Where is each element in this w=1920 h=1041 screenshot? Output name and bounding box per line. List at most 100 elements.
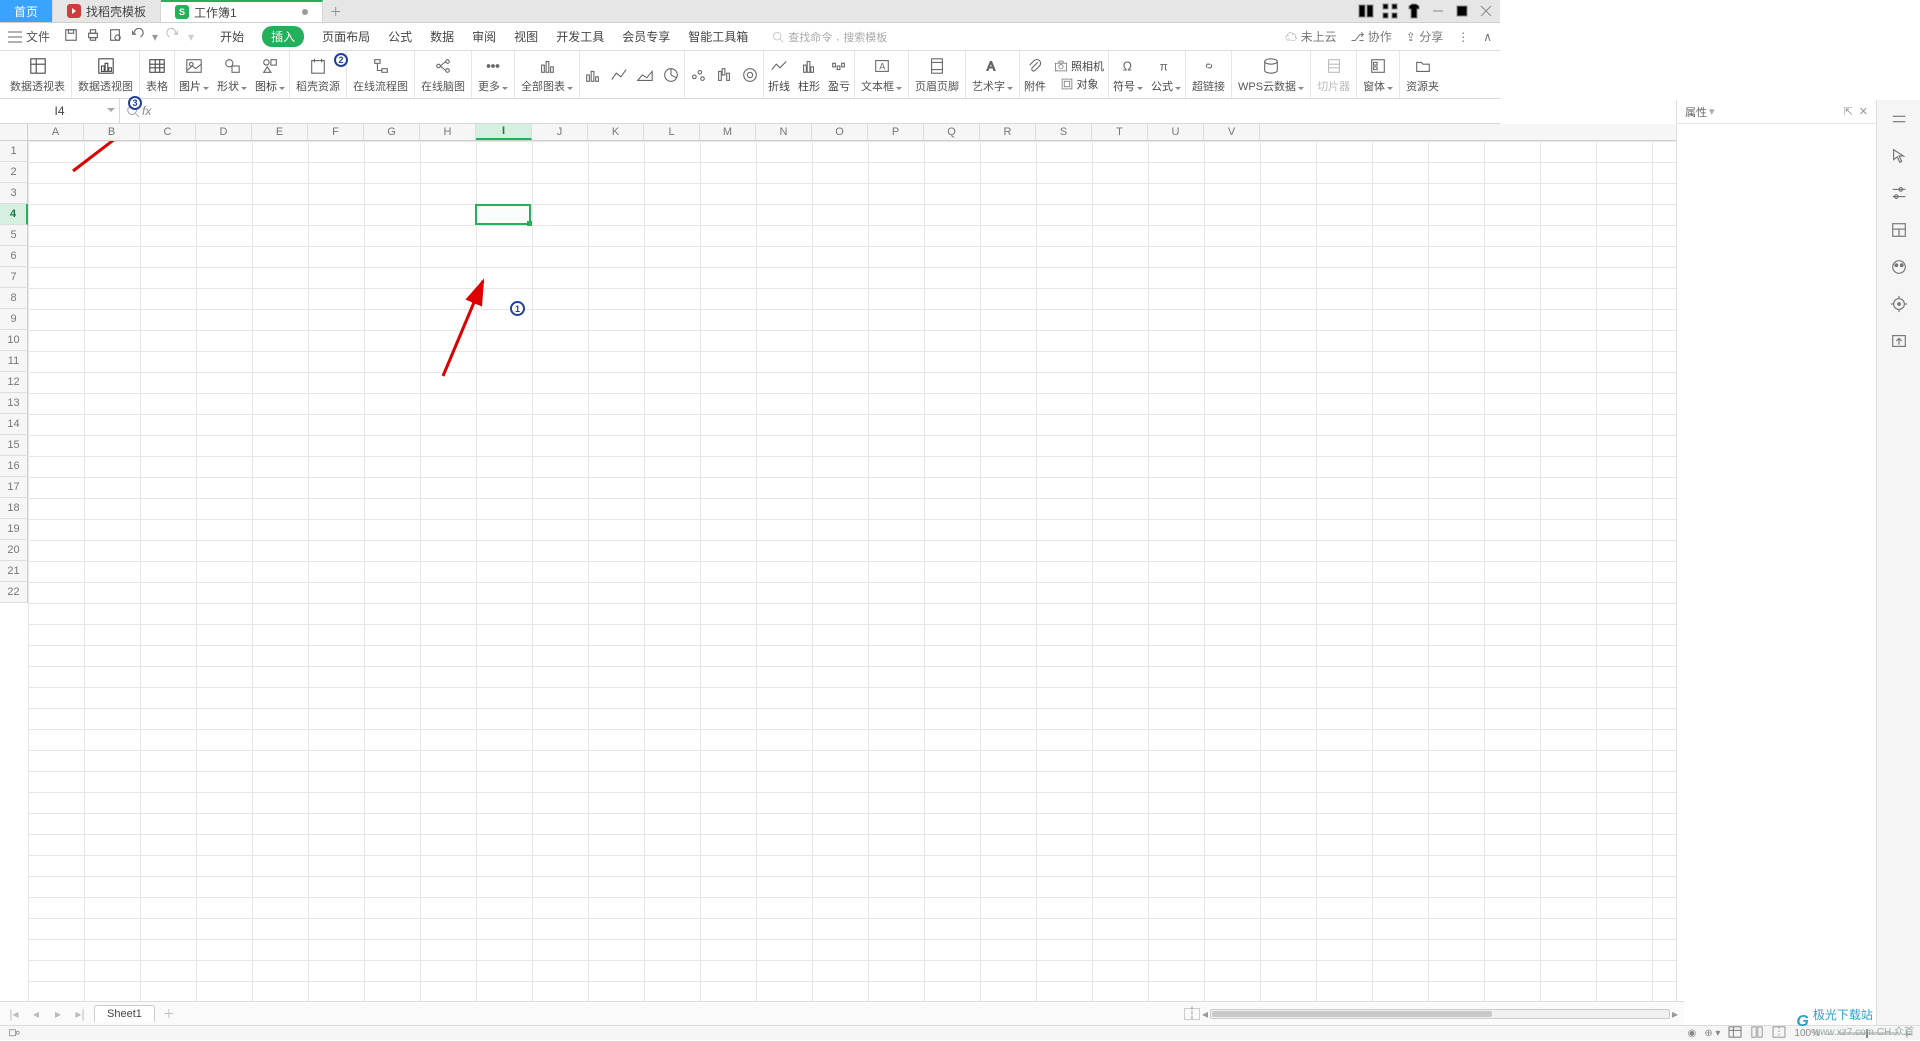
row-header-21[interactable]: 21 [0, 561, 28, 582]
attachment-button[interactable]: 附件 [1020, 51, 1050, 98]
menu-smarttools[interactable]: 智能工具箱 [688, 28, 748, 45]
sheet-nav-prev[interactable]: ◂ [28, 1007, 44, 1021]
rail-location-icon[interactable] [1890, 295, 1908, 316]
col-header-O[interactable]: O [812, 124, 868, 140]
chart-type-3[interactable] [632, 51, 658, 98]
cell-grid[interactable] [28, 141, 1876, 1001]
online-mindmap-button[interactable]: 在线脑图 [415, 51, 472, 98]
row-header-20[interactable]: 20 [0, 540, 28, 561]
sheet-nav-next[interactable]: ▸ [50, 1007, 66, 1021]
share-button[interactable]: ⇪ 分享 [1406, 28, 1443, 45]
camera-button[interactable]: 照相机 [1054, 58, 1104, 74]
chevron-down-icon[interactable] [107, 108, 115, 112]
col-header-N[interactable]: N [756, 124, 812, 140]
more-button[interactable]: 更多 [472, 51, 515, 98]
sheet-nav-first[interactable]: |◂ [6, 1007, 22, 1021]
symbol-button[interactable]: Ω符号 [1109, 51, 1147, 98]
icons-button[interactable]: 图标 [251, 51, 289, 98]
wordart-button[interactable]: A艺术字 [966, 51, 1020, 98]
col-header-J[interactable]: J [532, 124, 588, 140]
sparkline-col-button[interactable]: 柱形 [794, 51, 824, 98]
col-header-C[interactable]: C [140, 124, 196, 140]
hsplit-handle[interactable]: ┆ [1184, 1008, 1200, 1020]
file-menu[interactable]: 文件 [8, 28, 50, 45]
sheet-tab-1[interactable]: Sheet1 [94, 1005, 155, 1022]
row-header-19[interactable]: 19 [0, 519, 28, 540]
col-header-I[interactable]: I [476, 124, 532, 140]
name-box[interactable]: I4 [0, 99, 120, 123]
col-header-E[interactable]: E [252, 124, 308, 140]
ribbon-collapse-icon[interactable]: ∧ [1483, 30, 1492, 44]
online-flow-button[interactable]: 在线流程图 [347, 51, 415, 98]
header-footer-button[interactable]: 页眉页脚 [909, 51, 966, 98]
col-header-K[interactable]: K [588, 124, 644, 140]
row-header-15[interactable]: 15 [0, 435, 28, 456]
shapes-button[interactable]: 形状 [213, 51, 251, 98]
col-header-R[interactable]: R [980, 124, 1036, 140]
hscroll-left[interactable]: ◂ [1202, 1007, 1208, 1021]
table-button[interactable]: 表格 [140, 51, 175, 98]
menu-view[interactable]: 视图 [514, 28, 538, 45]
all-charts-button[interactable]: 全部图表 [515, 51, 580, 98]
row-header-14[interactable]: 14 [0, 414, 28, 435]
col-header-L[interactable]: L [644, 124, 700, 140]
menu-formula[interactable]: 公式 [388, 28, 412, 45]
rail-style-icon[interactable] [1890, 258, 1908, 279]
row-header-16[interactable]: 16 [0, 456, 28, 477]
pivot-table-button[interactable]: 数据透视表 [4, 51, 72, 98]
forms-button[interactable]: 窗体 [1357, 51, 1400, 98]
rail-select-icon[interactable] [1890, 147, 1908, 168]
col-header-Q[interactable]: Q [924, 124, 980, 140]
view-page-icon[interactable] [1750, 1026, 1764, 1041]
sheet-nav-last[interactable]: ▸| [72, 1007, 88, 1021]
tab-home[interactable]: 首页 [0, 0, 53, 22]
add-sheet-button[interactable]: ＋ [161, 1005, 177, 1022]
row-header-22[interactable]: 22 [0, 582, 28, 603]
pivot-chart-button[interactable]: 数据透视图 [72, 51, 140, 98]
wps-cloud-data-button[interactable]: WPS云数据 [1232, 51, 1311, 98]
panel-pin-icon[interactable]: ⇱ [1844, 105, 1853, 118]
formula-input[interactable] [157, 99, 1500, 123]
tab-templates[interactable]: 找稻壳模板 [53, 0, 161, 22]
col-header-S[interactable]: S [1036, 124, 1092, 140]
print-icon[interactable] [86, 28, 100, 45]
row-header-3[interactable]: 3 [0, 183, 28, 204]
docer-resources-button[interactable]: 2 稻壳资源 [290, 51, 347, 98]
sparkline-line-button[interactable]: 折线 [764, 51, 794, 98]
col-header-T[interactable]: T [1092, 124, 1148, 140]
row-header-1[interactable]: 1 [0, 141, 28, 162]
select-all-corner[interactable] [0, 124, 28, 140]
row-header-7[interactable]: 7 [0, 267, 28, 288]
chart-type-4[interactable] [658, 51, 684, 98]
row-header-13[interactable]: 13 [0, 393, 28, 414]
command-search[interactable]: 查找命令, 搜索模板 [772, 29, 887, 45]
chart-type-2[interactable] [606, 51, 632, 98]
rail-layout-icon[interactable] [1890, 221, 1908, 242]
col-header-A[interactable]: A [28, 124, 84, 140]
save-icon[interactable] [64, 28, 78, 45]
hyperlink-button[interactable]: 超链接 [1186, 51, 1232, 98]
close-icon[interactable] [1478, 3, 1494, 19]
row-header-4[interactable]: 4 [0, 204, 28, 225]
fx-label[interactable]: 3 fx [120, 104, 157, 118]
tab-workbook[interactable]: S 工作簿1 [161, 0, 323, 22]
col-header-F[interactable]: F [308, 124, 364, 140]
minimize-icon[interactable] [1430, 3, 1446, 19]
col-header-D[interactable]: D [196, 124, 252, 140]
object-button[interactable]: 对象 [1060, 76, 1099, 92]
rail-settings-icon[interactable] [1890, 184, 1908, 205]
row-header-17[interactable]: 17 [0, 477, 28, 498]
view-break-icon[interactable] [1772, 1026, 1786, 1041]
panel-close-icon[interactable]: ✕ [1859, 105, 1868, 118]
layout-icon[interactable] [1358, 3, 1374, 19]
resource-folder-button[interactable]: 资源夹 [1400, 51, 1445, 98]
equation-button[interactable]: π公式 [1147, 51, 1185, 98]
coop-button[interactable]: ⎇ 协作 [1351, 28, 1392, 45]
menu-pagelayout[interactable]: 页面布局 [322, 28, 370, 45]
textbox-button[interactable]: A文本框 [855, 51, 909, 98]
row-header-10[interactable]: 10 [0, 330, 28, 351]
maximize-icon[interactable] [1454, 3, 1470, 19]
eye-icon[interactable]: ◉ [1688, 1028, 1697, 1039]
menu-vip[interactable]: 会员专享 [622, 28, 670, 45]
redo-dropdown-icon[interactable]: ▾ [188, 30, 194, 44]
